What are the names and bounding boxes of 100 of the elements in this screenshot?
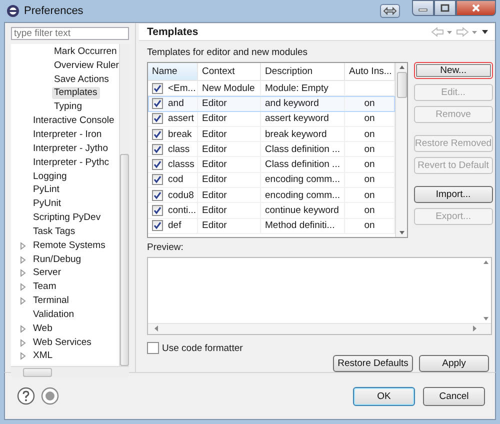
table-row[interactable]: class Editor Class definition ... on (148, 142, 395, 158)
tree-item[interactable]: Logging (33, 170, 70, 183)
close-button[interactable] (456, 0, 496, 16)
tree-item[interactable]: Interactive Console (33, 115, 118, 128)
table-row[interactable]: cod Editor encoding comm... on (148, 172, 395, 188)
record-icon[interactable] (41, 387, 59, 405)
dialog-button[interactable]: OK (353, 386, 415, 406)
tree-item[interactable]: Interpreter - Jytho (33, 142, 111, 155)
table-cell: cod (168, 174, 184, 186)
maximize-button[interactable] (434, 0, 456, 16)
column-header[interactable]: Description (261, 63, 345, 80)
expand-arrow-icon[interactable] (20, 324, 26, 333)
table-cell: break (168, 128, 192, 140)
scroll-thumb[interactable] (120, 154, 129, 366)
tree-item[interactable]: Scripting PyDev (33, 212, 104, 224)
checkbox[interactable] (152, 82, 163, 94)
tree-item[interactable]: Save Actions (54, 74, 112, 86)
tree-item[interactable]: Team (30, 281, 60, 294)
restore-size-button[interactable] (380, 4, 400, 18)
checkbox[interactable] (152, 190, 163, 201)
table-cell: Editor (202, 190, 227, 201)
table-cell: assert (168, 113, 194, 124)
tree-item[interactable]: Web (30, 322, 56, 335)
scroll-up-icon[interactable] (483, 258, 489, 267)
scroll-right-icon[interactable] (470, 324, 479, 333)
table-cell: Editor (202, 144, 227, 155)
scroll-up-icon[interactable] (398, 63, 404, 72)
tree-item[interactable]: Terminal (30, 295, 72, 308)
table-row[interactable]: and Editor and keyword on (148, 96, 395, 112)
preview-label: Preview: (147, 242, 184, 254)
dialog-button[interactable]: Cancel (423, 386, 485, 406)
back-arrow-icon[interactable] (431, 27, 453, 37)
minimize-button[interactable] (412, 0, 434, 16)
vertical-scrollbar[interactable] (481, 258, 491, 323)
tree-item[interactable]: PyLint (33, 184, 62, 196)
scroll-down-icon[interactable] (483, 314, 489, 323)
table-cell: encoding comm... (265, 190, 340, 201)
table-cell: break keyword (265, 128, 327, 140)
tree-item[interactable]: Run/Debug (30, 254, 84, 266)
table-cell: on (364, 174, 375, 186)
column-header[interactable]: Context (198, 63, 261, 80)
checkbox[interactable] (152, 113, 163, 124)
tree-item[interactable]: Web Services (30, 336, 94, 349)
table-row[interactable]: def Editor Method definiti... on (148, 218, 395, 234)
tree-item[interactable]: Mark Occurren (54, 46, 119, 58)
scroll-down-icon[interactable] (398, 228, 404, 237)
help-icon[interactable] (17, 387, 35, 405)
checkbox[interactable] (152, 174, 163, 186)
tree-item[interactable]: Templates (52, 87, 100, 100)
tree-item[interactable]: XML (30, 350, 56, 362)
checkbox[interactable] (152, 205, 163, 216)
side-button[interactable]: Import... (414, 186, 493, 203)
section-label: Templates for editor and new modules (147, 46, 309, 59)
table-row[interactable]: codu8 Editor encoding comm... on (148, 188, 395, 204)
side-button[interactable]: New... (414, 62, 493, 79)
scroll-thumb[interactable] (396, 72, 406, 98)
table-cell: def (168, 220, 182, 232)
table-row[interactable]: assert Editor assert keyword on (148, 112, 395, 127)
tree-item[interactable]: Overview Ruler (54, 60, 119, 72)
tree-item[interactable]: Interpreter - Iron (33, 128, 105, 141)
vertical-scrollbar[interactable] (395, 63, 407, 237)
checkbox[interactable] (152, 159, 163, 170)
checkbox[interactable] (152, 144, 163, 155)
tree-item[interactable]: Interpreter - Pythc (33, 156, 112, 169)
page-button[interactable]: Restore Defaults (333, 355, 413, 372)
tree-item[interactable]: Validation (30, 308, 78, 321)
table-row[interactable]: conti... Editor continue keyword on (148, 203, 395, 219)
checkbox[interactable] (152, 98, 163, 109)
horizontal-scrollbar[interactable] (148, 323, 491, 334)
table-cell: class (168, 144, 190, 155)
table-row[interactable]: break Editor break keyword on (148, 126, 395, 142)
scroll-left-icon[interactable] (152, 324, 161, 333)
table-cell: assert keyword (265, 113, 329, 124)
checkbox[interactable] (152, 220, 163, 232)
tree-item[interactable]: Typing (54, 101, 85, 114)
checkbox[interactable] (147, 342, 159, 354)
scroll-thumb[interactable] (23, 368, 52, 376)
filter-field[interactable]: type filter text (11, 27, 129, 40)
tree-item[interactable]: Server (30, 267, 64, 280)
table-row[interactable]: classs Editor Class definition ... on (148, 157, 395, 173)
expand-arrow-icon[interactable] (20, 297, 26, 306)
table-cell: on (364, 144, 375, 155)
column-header[interactable]: Name (148, 63, 198, 80)
expand-arrow-icon[interactable] (20, 269, 26, 278)
checkbox-label[interactable]: Use code formatter (162, 342, 243, 354)
tree-item[interactable]: Task Tags (33, 226, 78, 238)
table-cell: Module: Empty (265, 82, 328, 94)
expand-arrow-icon[interactable] (20, 242, 26, 250)
checkbox[interactable] (152, 128, 163, 140)
expand-arrow-icon[interactable] (20, 256, 26, 264)
page-button[interactable]: Apply (419, 355, 489, 372)
table-cell: Editor (202, 205, 227, 216)
tree-item[interactable]: Remote Systems (30, 240, 108, 252)
tree-item[interactable]: PyUnit (33, 198, 64, 210)
expand-arrow-icon[interactable] (20, 352, 26, 360)
vertical-scrollbar[interactable] (119, 44, 129, 366)
table-cell: and (168, 98, 184, 109)
table-cell: on (364, 190, 375, 201)
expand-arrow-icon[interactable] (20, 283, 26, 292)
expand-arrow-icon[interactable] (20, 338, 26, 347)
